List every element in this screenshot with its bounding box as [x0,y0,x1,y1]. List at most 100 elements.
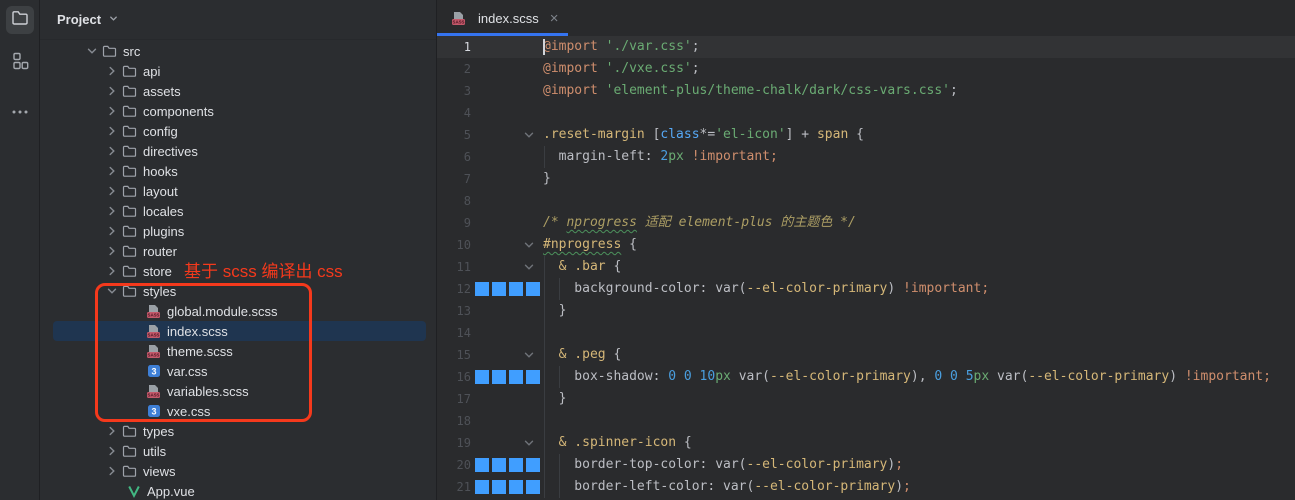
fold-chevron-icon[interactable] [523,349,535,361]
code-line-19[interactable]: 19 & .spinner-icon { [437,432,1295,454]
line-number: 20 [437,454,471,476]
tree-item-global.module.scss[interactable]: SASSglobal.module.scss [40,301,436,321]
tree-item-plugins[interactable]: plugins [40,221,436,241]
code-line-3[interactable]: 3@import 'element-plus/theme-chalk/dark/… [437,80,1295,102]
indent-guide [544,388,545,410]
code-area[interactable]: 1@import './var.css';2@import './vxe.css… [437,36,1295,500]
tree-collapse-chevron-icon[interactable] [105,145,118,158]
indent-guide [544,410,545,432]
tree-collapse-chevron-icon[interactable] [105,445,118,458]
code-line-13[interactable]: 13 } [437,300,1295,322]
tree-collapse-chevron-icon[interactable] [105,65,118,78]
tree-item-styles[interactable]: styles [40,281,436,301]
tree-collapse-chevron-icon[interactable] [105,165,118,178]
line-number: 13 [437,300,471,322]
code-line-18[interactable]: 18 [437,410,1295,432]
folder-icon [10,8,30,33]
tree-collapse-chevron-icon[interactable] [105,465,118,478]
fold-chevron-icon[interactable] [523,261,535,273]
code-line-20[interactable]: 20 border-top-color: var(--el-color-prim… [437,454,1295,476]
sass-file-icon: SASS [146,344,161,359]
gutter-zone [471,344,543,366]
color-preview-swatches[interactable] [475,480,540,494]
tree-collapse-chevron-icon[interactable] [105,225,118,238]
tree-item-store[interactable]: store [40,261,436,281]
tree-item-label: store [143,264,172,279]
code-line-8[interactable]: 8 [437,190,1295,212]
folder-icon [122,244,137,258]
tree-item-variables.scss[interactable]: SASSvariables.scss [40,381,436,401]
indent-guide [559,278,560,300]
color-preview-swatches[interactable] [475,370,540,384]
tree-collapse-chevron-icon[interactable] [105,205,118,218]
tree-item-directives[interactable]: directives [40,141,436,161]
code-line-15[interactable]: 15 & .peg { [437,344,1295,366]
tab-close-icon[interactable]: × [550,11,559,26]
tree-item-label: index.scss [167,324,228,339]
code-line-2[interactable]: 2@import './vxe.css'; [437,58,1295,80]
gutter-zone [471,366,543,388]
fold-chevron-icon[interactable] [523,129,535,141]
tree-item-types[interactable]: types [40,421,436,441]
color-preview-swatches[interactable] [475,282,540,296]
tree-collapse-chevron-icon[interactable] [105,85,118,98]
tree-item-assets[interactable]: assets [40,81,436,101]
indent-guide [544,454,545,476]
indent-guide [544,256,545,278]
code-line-17[interactable]: 17 } [437,388,1295,410]
code-line-5[interactable]: 5.reset-margin [class*='el-icon'] + span… [437,124,1295,146]
code-line-10[interactable]: 10#nprogress { [437,234,1295,256]
tree-collapse-chevron-icon[interactable] [105,125,118,138]
tree-item-router[interactable]: router [40,241,436,261]
code-line-1[interactable]: 1@import './var.css'; [437,36,1295,58]
tree-item-var.css[interactable]: 3var.css [40,361,436,381]
tree-item-vxe.css[interactable]: 3vxe.css [40,401,436,421]
tree-expand-chevron-icon[interactable] [85,45,98,58]
tree-collapse-chevron-icon[interactable] [105,105,118,118]
code-line-16[interactable]: 16 box-shadow: 0 0 10px var(--el-color-p… [437,366,1295,388]
tree-item-src[interactable]: src [40,41,436,61]
tree-item-locales[interactable]: locales [40,201,436,221]
project-panel-header[interactable]: Project [40,0,436,40]
svg-text:SASS: SASS [148,332,160,337]
project-tool-button[interactable] [6,6,34,34]
tree-item-hooks[interactable]: hooks [40,161,436,181]
tree-collapse-chevron-icon[interactable] [105,245,118,258]
tree-item-components[interactable]: components [40,101,436,121]
tree-item-layout[interactable]: layout [40,181,436,201]
more-tools-button[interactable] [6,100,34,128]
tree-collapse-chevron-icon[interactable] [105,185,118,198]
gutter-zone [471,432,543,454]
line-number: 14 [437,322,471,344]
code-line-4[interactable]: 4 [437,102,1295,124]
tree-item-label: components [143,104,214,119]
code-line-7[interactable]: 7} [437,168,1295,190]
gutter-zone [471,58,543,80]
fold-chevron-icon[interactable] [523,437,535,449]
fold-chevron-icon[interactable] [523,239,535,251]
gutter-zone [471,476,543,498]
tree-item-views[interactable]: views [40,461,436,481]
structure-tool-button[interactable] [6,49,34,77]
tree-item-api[interactable]: api [40,61,436,81]
code-line-6[interactable]: 6 margin-left: 2px !important; [437,146,1295,168]
chevron-down-icon [108,12,119,27]
code-line-9[interactable]: 9/* nprogress 适配 element-plus 的主题色 */ [437,212,1295,234]
code-line-12[interactable]: 12 background-color: var(--el-color-prim… [437,278,1295,300]
gutter-zone [471,124,543,146]
tree-item-label: utils [143,444,166,459]
code-line-14[interactable]: 14 [437,322,1295,344]
tree-item-theme.scss[interactable]: SASStheme.scss [40,341,436,361]
tree-collapse-chevron-icon[interactable] [105,425,118,438]
tree-item-config[interactable]: config [40,121,436,141]
tree-item-index.scss[interactable]: SASS index.scss [40,321,436,341]
tree-collapse-chevron-icon[interactable] [105,265,118,278]
code-line-11[interactable]: 11 & .bar { [437,256,1295,278]
editor-tab-index-scss[interactable]: SASS index.scss × [437,0,568,36]
indent-guide [544,366,545,388]
tree-item-App.vue[interactable]: App.vue [40,481,436,500]
tree-item-utils[interactable]: utils [40,441,436,461]
color-preview-swatches[interactable] [475,458,540,472]
tree-expand-chevron-icon[interactable] [105,285,118,298]
code-line-21[interactable]: 21 border-left-color: var(--el-color-pri… [437,476,1295,498]
